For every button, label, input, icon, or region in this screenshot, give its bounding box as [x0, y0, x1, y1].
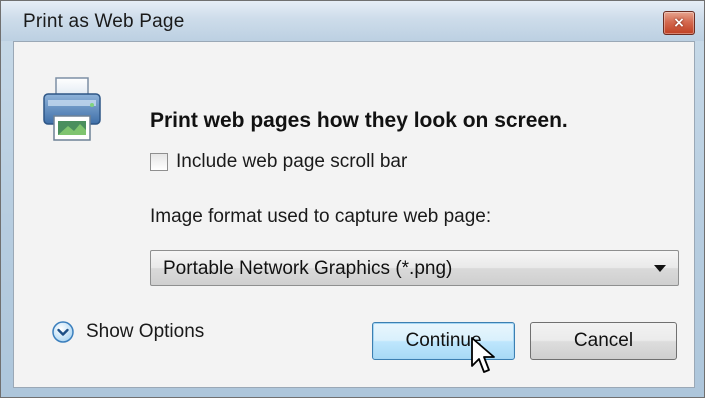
- image-format-label: Image format used to capture web page:: [150, 206, 492, 227]
- chevron-down-circle-icon[interactable]: [52, 321, 74, 343]
- include-scrollbar-label[interactable]: Include web page scroll bar: [176, 151, 407, 173]
- image-format-select[interactable]: Portable Network Graphics (*.png): [150, 250, 679, 286]
- mouse-cursor-icon: [471, 337, 495, 373]
- cancel-button[interactable]: Cancel: [530, 322, 677, 360]
- printer-icon: [43, 77, 101, 141]
- image-format-value: Portable Network Graphics (*.png): [163, 258, 453, 279]
- include-scrollbar-checkbox[interactable]: [150, 153, 168, 171]
- close-icon: ×: [673, 15, 685, 31]
- dialog-body: Print web pages how they look on screen.…: [13, 41, 695, 388]
- window-title: Print as Web Page: [23, 11, 185, 32]
- show-options-label[interactable]: Show Options: [86, 321, 204, 343]
- scrollbar-checkbox-row[interactable]: Include web page scroll bar: [150, 150, 407, 174]
- title-bar[interactable]: Print as Web Page ×: [1, 1, 704, 41]
- close-button[interactable]: ×: [663, 11, 695, 35]
- dialog-window: Print as Web Page × Print web pages how …: [0, 0, 705, 398]
- main-instruction: Print web pages how they look on screen.: [150, 109, 568, 132]
- show-options-toggle[interactable]: Show Options: [52, 321, 204, 343]
- dropdown-arrow-icon[interactable]: [654, 265, 666, 272]
